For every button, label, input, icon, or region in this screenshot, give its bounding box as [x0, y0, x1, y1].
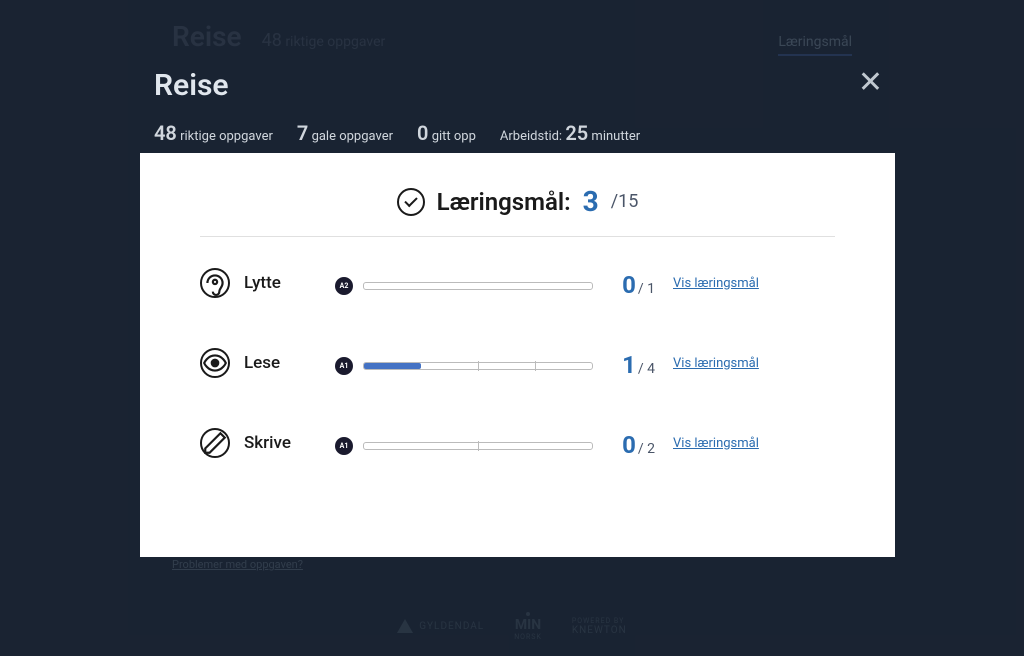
skill-count: 0/ 2 — [605, 431, 655, 459]
ear-icon — [200, 268, 230, 298]
skill-name: Lese — [244, 353, 280, 373]
level-badge: A1 — [335, 357, 353, 375]
skill-count: 0/ 1 — [605, 271, 655, 299]
skill-name: Skrive — [244, 433, 291, 453]
skill-label: Lese — [200, 348, 335, 378]
skill-label: Skrive — [200, 428, 335, 458]
skill-label: Lytte — [200, 268, 335, 298]
modal-title: Reise — [154, 68, 895, 103]
check-circle-icon — [397, 188, 425, 216]
modal-stats: 48 riktige oppgaver 7 gale oppgaver 0 gi… — [140, 103, 895, 153]
show-goals-link[interactable]: Vis læringsmål — [673, 356, 759, 371]
learning-goals-modal: Reise ✕ 48 riktige oppgaver 7 gale oppga… — [140, 58, 895, 557]
goal-summary: Læringsmål: 3/15 — [200, 185, 835, 237]
level-badge: A2 — [335, 277, 353, 295]
skill-row: Lytte A2 0/ 1 Vis læringsmål — [200, 267, 835, 299]
progress-bar — [363, 282, 593, 290]
modal-body: Læringsmål: 3/15 Lytte A2 0/ 1 Vis lærin… — [140, 153, 895, 557]
close-button[interactable]: ✕ — [858, 68, 883, 98]
stat-correct: 48 riktige oppgaver — [154, 121, 273, 145]
skill-row: Lese A1 1/ 4 Vis læringsmål — [200, 347, 835, 379]
goal-total: /15 — [611, 191, 639, 212]
skill-row: Skrive A1 0/ 2 Vis læringsmål — [200, 427, 835, 459]
goal-title: Læringsmål: — [437, 188, 571, 216]
stat-wrong: 7 gale oppgaver — [297, 121, 393, 145]
level-badge: A1 — [335, 437, 353, 455]
modal-header: Reise ✕ — [140, 58, 895, 103]
eye-icon — [200, 348, 230, 378]
modal-overlay: Reise ✕ 48 riktige oppgaver 7 gale oppga… — [0, 0, 1024, 656]
progress-tick — [478, 441, 479, 451]
stat-gaveup: 0 gitt opp — [417, 121, 476, 145]
progress-section: 1/ 4 Vis læringsmål — [363, 347, 835, 379]
stat-time: Arbeidstid: 25 minutter — [500, 121, 640, 145]
skill-name: Lytte — [244, 273, 281, 293]
skill-count: 1/ 4 — [605, 351, 655, 379]
close-icon: ✕ — [858, 65, 883, 100]
progress-fill — [364, 363, 421, 369]
progress-tick — [535, 361, 536, 371]
progress-section: 0/ 1 Vis læringsmål — [363, 267, 835, 299]
progress-tick — [478, 361, 479, 371]
progress-section: 0/ 2 Vis læringsmål — [363, 427, 835, 459]
progress-bar — [363, 442, 593, 450]
goal-achieved: 3 — [583, 185, 599, 218]
show-goals-link[interactable]: Vis læringsmål — [673, 436, 759, 451]
pencil-icon — [200, 428, 230, 458]
skills-list: Lytte A2 0/ 1 Vis læringsmål Lese A1 1/ — [200, 267, 835, 459]
show-goals-link[interactable]: Vis læringsmål — [673, 276, 759, 291]
progress-bar — [363, 362, 593, 370]
